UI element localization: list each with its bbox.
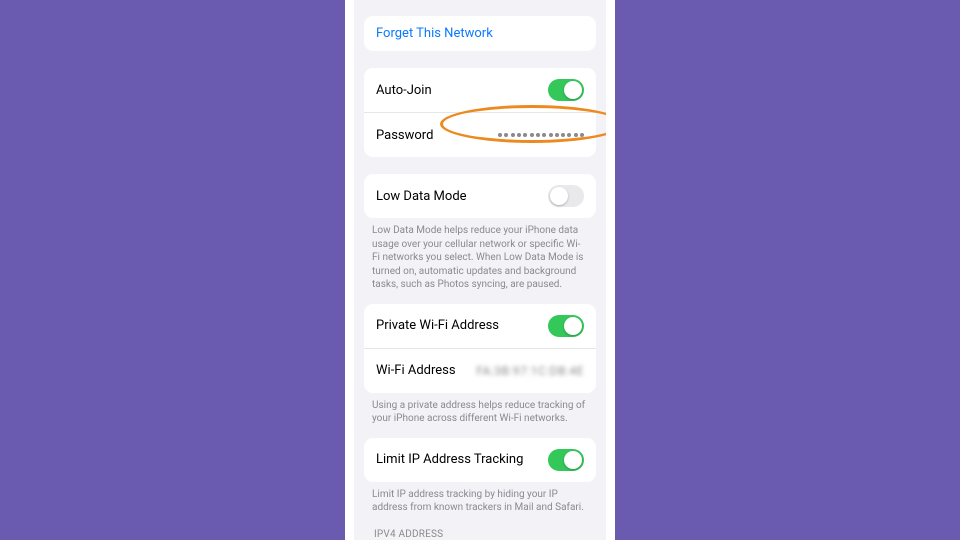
private-addr-row[interactable]: Private Wi-Fi Address — [364, 304, 596, 348]
password-row[interactable]: Password — [364, 112, 596, 157]
device-frame: Forget This Network Auto-Join Password L… — [345, 0, 615, 540]
auto-join-row[interactable]: Auto-Join — [364, 68, 596, 112]
private-addr-toggle[interactable] — [548, 315, 584, 337]
low-data-label: Low Data Mode — [376, 189, 467, 204]
wifi-address-row[interactable]: Wi-Fi Address FA:3B:97:1C:DB:4E — [364, 348, 596, 393]
limit-tracking-footer: Limit IP address tracking by hiding your… — [354, 482, 606, 515]
limit-tracking-row[interactable]: Limit IP Address Tracking — [364, 438, 596, 482]
auto-join-toggle[interactable] — [548, 79, 584, 101]
low-data-toggle[interactable] — [548, 185, 584, 207]
private-addr-label: Private Wi-Fi Address — [376, 318, 499, 333]
settings-wifi-detail-screen: Forget This Network Auto-Join Password L… — [354, 0, 606, 540]
forget-network-group: Forget This Network — [364, 16, 596, 51]
low-data-row[interactable]: Low Data Mode — [364, 174, 596, 218]
private-addr-footer: Using a private address helps reduce tra… — [354, 393, 606, 426]
low-data-group: Low Data Mode — [364, 174, 596, 218]
wifi-address-label: Wi-Fi Address — [376, 363, 456, 378]
low-data-footer: Low Data Mode helps reduce your iPhone d… — [354, 218, 606, 292]
forget-network-button[interactable]: Forget This Network — [364, 16, 596, 51]
wifi-address-value: FA:3B:97:1C:DB:4E — [476, 364, 584, 378]
limit-tracking-group: Limit IP Address Tracking — [364, 438, 596, 482]
auto-join-label: Auto-Join — [376, 83, 432, 98]
private-addr-group: Private Wi-Fi Address Wi-Fi Address FA:3… — [364, 304, 596, 393]
limit-tracking-label: Limit IP Address Tracking — [376, 452, 523, 467]
limit-tracking-toggle[interactable] — [548, 449, 584, 471]
password-value-masked — [498, 133, 584, 137]
join-group: Auto-Join Password — [364, 68, 596, 157]
password-label: Password — [376, 128, 433, 143]
ipv4-section-header: IPV4 ADDRESS — [354, 515, 606, 540]
